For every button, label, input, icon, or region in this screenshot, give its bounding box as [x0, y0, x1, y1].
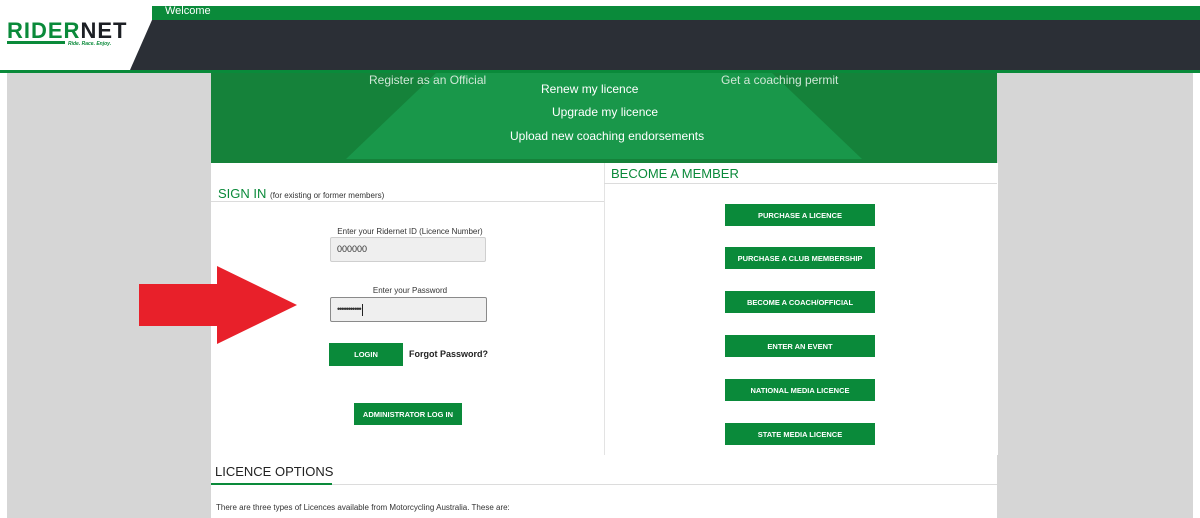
- licence-options-underline: [211, 483, 332, 485]
- signin-title-text: SIGN IN: [218, 186, 267, 201]
- signin-title: SIGN IN (for existing or former members): [218, 186, 384, 201]
- page-edge-left: [0, 73, 7, 518]
- password-mask: •••••••••••: [337, 304, 362, 314]
- ridernet-id-label: Enter your Ridernet ID (Licence Number): [337, 227, 483, 236]
- welcome-strip: [152, 6, 1200, 20]
- purchase-club-membership-button[interactable]: PURCHASE A CLUB MEMBERSHIP: [725, 247, 875, 269]
- logo-text-green: RIDER: [7, 18, 81, 43]
- hero-link-coaching-permit[interactable]: Get a coaching permit: [721, 73, 838, 87]
- hero-link-upgrade-licence[interactable]: Upgrade my licence: [552, 105, 658, 119]
- hero-link-renew-licence[interactable]: Renew my licence: [541, 82, 638, 96]
- state-media-licence-button[interactable]: STATE MEDIA LICENCE: [725, 423, 875, 445]
- logo-tagline: Ride. Race. Enjoy.: [68, 41, 112, 47]
- password-input[interactable]: •••••••••••: [330, 297, 487, 322]
- licence-options-rule: [332, 484, 997, 485]
- hero-link-upload-endorsements[interactable]: Upload new coaching endorsements: [510, 129, 704, 143]
- signin-subtitle: (for existing or former members): [270, 191, 385, 200]
- logo-text-dark: NET: [80, 18, 128, 43]
- national-media-licence-button[interactable]: NATIONAL MEDIA LICENCE: [725, 379, 875, 401]
- welcome-label: Welcome: [165, 5, 211, 17]
- licence-options-text: There are three types of Licences availa…: [216, 503, 510, 512]
- red-arrow-annotation: [139, 266, 297, 344]
- arrow-shape: [139, 266, 297, 344]
- page-edge-right: [1193, 73, 1200, 518]
- administrator-login-button[interactable]: ADMINISTRATOR LOG IN: [354, 403, 462, 425]
- page-gutter-right: [997, 73, 1193, 518]
- logo-stripe: [7, 41, 65, 44]
- licence-options-title: LICENCE OPTIONS: [215, 464, 334, 479]
- forgot-password-link[interactable]: Forgot Password?: [409, 349, 488, 359]
- header-dark-band: [130, 20, 1200, 70]
- hero-banner: Register as an Official Get a coaching p…: [211, 73, 997, 163]
- login-button[interactable]: LOGIN: [329, 343, 403, 366]
- password-label: Enter your Password: [372, 286, 448, 295]
- become-coach-official-button[interactable]: BECOME A COACH/OFFICIAL: [725, 291, 875, 313]
- become-member-title: BECOME A MEMBER: [611, 166, 739, 181]
- hero-link-register-official[interactable]: Register as an Official: [369, 73, 486, 87]
- ridernet-id-input[interactable]: 000000: [330, 237, 486, 262]
- purchase-licence-button[interactable]: PURCHASE A LICENCE: [725, 204, 875, 226]
- enter-event-button[interactable]: ENTER AN EVENT: [725, 335, 875, 357]
- member-rule: [604, 183, 997, 184]
- text-cursor: [361, 303, 363, 316]
- signin-rule: [211, 201, 604, 202]
